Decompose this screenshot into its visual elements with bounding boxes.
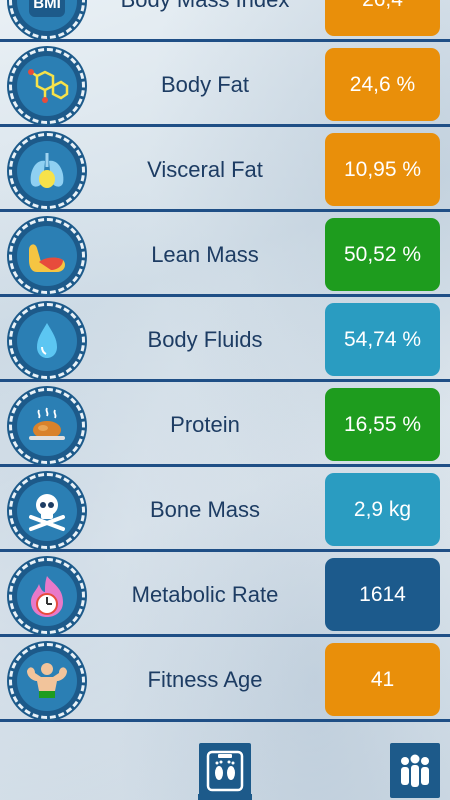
metric-label: Lean Mass [151,241,259,267]
metric-row-bone-mass[interactable]: Bone Mass 2,9 kg [0,467,450,552]
metric-value: 26,4 [325,0,440,36]
metric-label: Fitness Age [147,666,263,692]
metric-row-lean-mass[interactable]: Lean Mass 50,52 % [0,212,450,297]
bottom-navigation [0,730,450,800]
metric-value: 50,52 % [325,218,440,291]
footprints-scale-icon[interactable] [199,743,251,798]
metric-value: 16,55 % [325,388,440,461]
metric-label: Body Fat [160,71,250,97]
metric-label: Body Mass Index [90,0,320,42]
metric-row-protein[interactable]: Protein 16,55 % [0,382,450,467]
active-tab-indicator [198,794,252,800]
skull-crossbones-icon [9,473,85,549]
metric-value: 10,95 % [325,133,440,206]
metric-value: 41 [325,643,440,716]
bmi-icon: BMI [9,0,85,39]
metrics-list: BMI Body Mass Index 26,4 Body Fat 24,6 % [0,0,450,722]
metric-value: 54,74 % [325,303,440,376]
metric-label: Body Fluids [147,326,263,352]
metric-row-fitness-age[interactable]: Fitness Age 41 [0,637,450,722]
metric-label: Metabolic Rate [131,581,279,607]
metric-label: Bone Mass [149,496,261,522]
metric-value: 1614 [325,558,440,631]
metric-row-bmi[interactable]: BMI Body Mass Index 26,4 [0,0,450,42]
metric-row-body-fluids[interactable]: Body Fluids 54,74 % [0,297,450,382]
bodybuilder-icon [9,643,85,719]
metric-row-body-fat[interactable]: Body Fat 24,6 % [0,42,450,127]
svg-text:BMI: BMI [33,0,61,12]
roast-chicken-icon [9,388,85,464]
metric-row-visceral-fat[interactable]: Visceral Fat 10,95 % [0,127,450,212]
metric-value: 2,9 kg [325,473,440,546]
molecule-icon [9,48,85,124]
users-group-icon[interactable] [390,743,440,798]
lungs-icon [9,133,85,209]
metric-label: Visceral Fat [147,156,263,182]
water-drop-icon [9,303,85,379]
flame-clock-icon [9,558,85,634]
metric-row-metabolic-rate[interactable]: Metabolic Rate 1614 [0,552,450,637]
metric-label: Protein [170,411,240,437]
metric-value: 24,6 % [325,48,440,121]
muscle-arm-icon [9,218,85,294]
